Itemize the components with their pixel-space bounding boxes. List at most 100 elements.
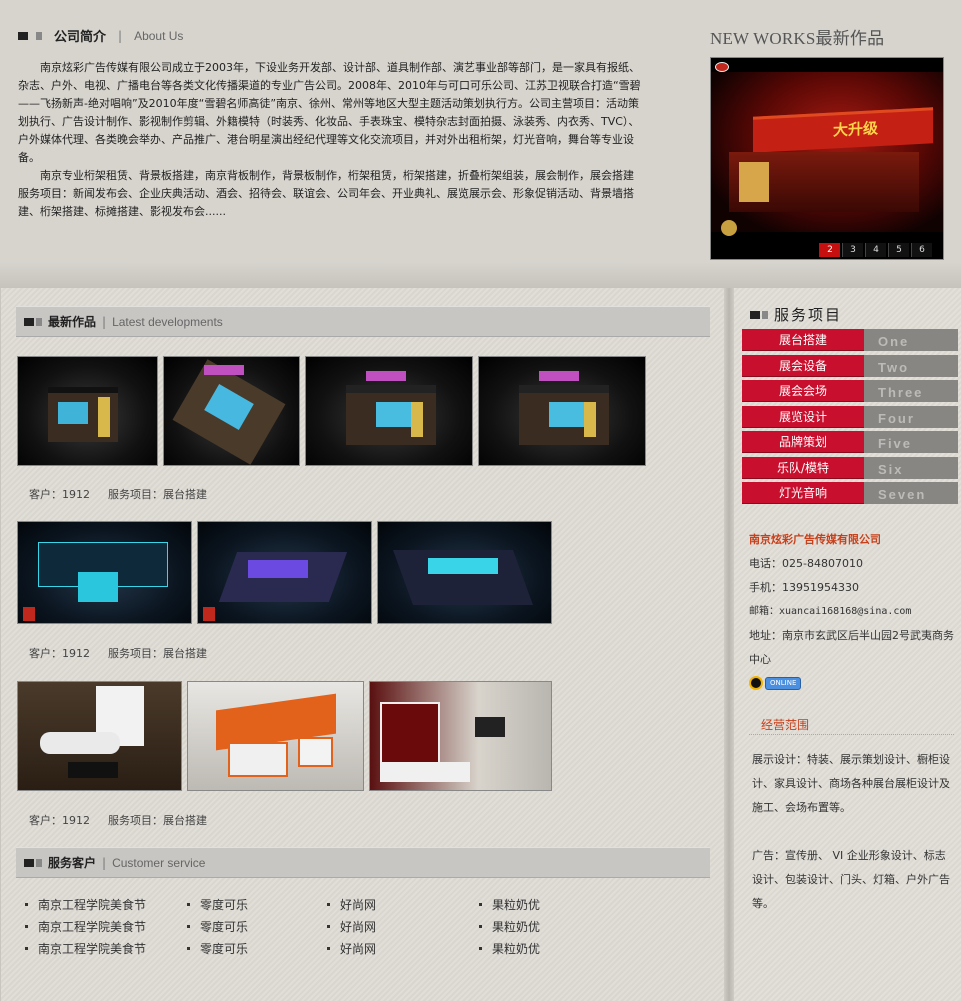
client-item[interactable]: 南京工程学院美食节 (25, 918, 187, 935)
header-square-icon (18, 31, 28, 40)
client-item[interactable]: 零度可乐 (187, 940, 327, 957)
service-item-booth[interactable]: 展台搭建 One (742, 329, 958, 351)
work-thumbnail[interactable] (197, 521, 372, 624)
header-square-icon (24, 858, 34, 867)
new-works-title: NEW WORKS最新作品 (710, 29, 885, 48)
service-item-brand[interactable]: 品牌策划 Five (742, 431, 958, 453)
service-item-band[interactable]: 乐队/模特 Six (742, 457, 958, 479)
pager-button-2[interactable]: 2 (819, 243, 840, 257)
clients-list: 南京工程学院美食节 零度可乐 好尚网 果粒奶优 南京工程学院美食节 零度可乐 好… (25, 893, 625, 959)
service-item-design[interactable]: 展览设计 Four (742, 406, 958, 428)
work-thumbnail[interactable] (369, 681, 552, 791)
intro-paragraph: 南京炫彩广告传媒有限公司成立于2003年，下设业务开发部、设计部、道具制作部、演… (18, 61, 641, 164)
work-caption: 客户：1912 服务项目：展台搭建 (29, 645, 225, 661)
online-badge: ONLINE (765, 676, 802, 690)
caption-client: 客户：1912 (29, 814, 90, 827)
work-thumbnail[interactable] (377, 521, 552, 624)
client-name: 果粒奶优 (492, 941, 541, 956)
clients-row: 南京工程学院美食节 零度可乐 好尚网 果粒奶优 (25, 937, 625, 959)
client-item[interactable]: 好尚网 (327, 896, 479, 913)
new-works: NEW WORKS最新作品 大升级 2 3 4 5 6 (710, 24, 946, 260)
service-number: Two (864, 355, 958, 377)
bullet-icon (187, 902, 190, 906)
client-item[interactable]: 南京工程学院美食节 (25, 940, 187, 957)
clients-title: 服务客户 (48, 856, 97, 870)
bullet-icon (25, 946, 28, 950)
header-square-icon (36, 858, 42, 867)
scope-paragraph: 广告：宣传册、 VI 企业形象设计、标志设计、包装设计、门头、灯箱、户外广告等。 (752, 849, 950, 910)
column-divider (724, 288, 734, 1001)
client-item[interactable]: 果粒奶优 (479, 940, 599, 957)
contact-info: 南京炫彩广告传媒有限公司 电话：025-84807010 手机：13951954… (749, 528, 954, 699)
clients-header: 服务客户 | Customer service (16, 847, 710, 878)
clients-subtitle: Customer service (112, 855, 206, 870)
client-item[interactable]: 果粒奶优 (479, 896, 599, 913)
slide-booth (729, 152, 919, 212)
service-label: 品牌策划 (742, 431, 864, 453)
bullet-icon (327, 924, 330, 928)
pager-button-4[interactable]: 4 (865, 243, 886, 257)
bullet-icon (327, 946, 330, 950)
intro-paragraph: 南京专业桁架租赁、背景板搭建，南京背板制作，背景板制作，桁架租赁，桁架搭建，折叠… (18, 169, 634, 218)
services-header: 服务项目 (750, 304, 842, 325)
caption-service: 服务项目：展台搭建 (108, 647, 207, 660)
header-square-icon (750, 310, 760, 319)
slide-image[interactable]: 大升级 (711, 72, 943, 236)
service-number: Seven (864, 482, 958, 504)
work-thumbnail[interactable] (187, 681, 364, 791)
service-item-lighting[interactable]: 灯光音响 Seven (742, 482, 958, 504)
client-name: 南京工程学院美食节 (38, 897, 147, 912)
service-label: 展台搭建 (742, 329, 864, 351)
caption-service: 服务项目：展台搭建 (108, 814, 207, 827)
separator: | (102, 855, 107, 870)
clients-row: 南京工程学院美食节 零度可乐 好尚网 果粒奶优 (25, 915, 625, 937)
service-number: Three (864, 380, 958, 402)
separator: | (118, 28, 123, 43)
main-content: 最新作品 | Latest developments 客户：1912 服务项目：… (0, 288, 724, 1001)
service-number: Six (864, 457, 958, 479)
client-item[interactable]: 南京工程学院美食节 (25, 896, 187, 913)
email[interactable]: 邮箱：xuancai168168@sina.com (749, 600, 954, 624)
new-works-slideshow[interactable]: 大升级 2 3 4 5 6 (710, 57, 944, 260)
service-item-venue[interactable]: 展会会场 Three (742, 380, 958, 402)
intro-title: 公司简介 (54, 30, 107, 45)
work-thumbnail[interactable] (305, 356, 473, 466)
sidebar: 服务项目 展台搭建 One 展会设备 Two 展会会场 Three 展览设计 Four … (734, 288, 961, 1001)
work-caption: 客户：1912 服务项目：展台搭建 (29, 812, 225, 828)
service-label: 灯光音响 (742, 482, 864, 504)
client-item[interactable]: 好尚网 (327, 918, 479, 935)
work-thumbnail[interactable] (163, 356, 300, 466)
latest-header: 最新作品 | Latest developments (16, 306, 710, 337)
client-name: 好尚网 (340, 941, 377, 956)
service-label: 展会会场 (742, 380, 864, 402)
separator: | (102, 314, 107, 329)
work-thumbnail[interactable] (17, 681, 182, 791)
header-square-icon (36, 31, 42, 40)
qq-penguin-icon (749, 676, 763, 690)
pager-button-5[interactable]: 5 (888, 243, 909, 257)
company-intro: 公司简介 | About Us 南京炫彩广告传媒有限公司成立于2003年，下设业… (18, 26, 648, 221)
work-thumbnail[interactable] (17, 521, 192, 624)
qq-online-button[interactable]: ONLINE (749, 676, 802, 690)
client-item[interactable]: 零度可乐 (187, 918, 327, 935)
client-item[interactable]: 好尚网 (327, 940, 479, 957)
pager-button-6[interactable]: 6 (911, 243, 932, 257)
work-thumbnails-3 (17, 681, 552, 791)
bullet-icon (479, 924, 482, 928)
intro-subtitle: About Us (134, 28, 184, 43)
pager-button-3[interactable]: 3 (842, 243, 863, 257)
service-item-equipment[interactable]: 展会设备 Two (742, 355, 958, 377)
client-item[interactable]: 果粒奶优 (479, 918, 599, 935)
work-thumbnails-1 (17, 356, 646, 466)
work-thumbnail[interactable] (478, 356, 646, 466)
slide-banner: 大升级 (753, 107, 933, 153)
work-thumbnails-2 (17, 521, 552, 624)
client-item[interactable]: 零度可乐 (187, 896, 327, 913)
service-number: Four (864, 406, 958, 428)
services-title: 服务项目 (774, 306, 843, 324)
client-name: 零度可乐 (200, 941, 249, 956)
bullet-icon (187, 924, 190, 928)
service-label: 展览设计 (742, 406, 864, 428)
work-thumbnail[interactable] (17, 356, 158, 466)
header-square-icon (24, 317, 34, 326)
